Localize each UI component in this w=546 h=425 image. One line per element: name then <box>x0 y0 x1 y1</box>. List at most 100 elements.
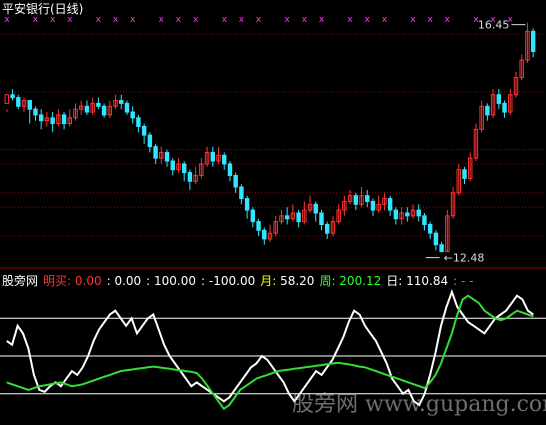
top-marker: x <box>319 15 325 25</box>
top-marker: x <box>159 15 165 25</box>
candle <box>130 106 135 124</box>
candle <box>21 97 27 113</box>
candle-body <box>439 244 444 253</box>
top-marker: x <box>50 15 56 25</box>
indicator-levels <box>0 317 546 395</box>
annotation-label: ←12.48 <box>444 252 485 265</box>
candle <box>462 166 467 185</box>
candle <box>119 94 124 110</box>
top-marker: x <box>428 15 434 25</box>
indicator-value-number: -100.00 <box>208 274 256 288</box>
candle <box>393 207 399 225</box>
candle <box>347 189 353 205</box>
candle-body <box>227 163 233 176</box>
candle <box>147 132 153 153</box>
top-marker: x <box>410 15 416 25</box>
candle <box>422 212 427 231</box>
indicator-value-sep: : <box>453 274 462 288</box>
candle <box>342 195 347 216</box>
candle-body <box>170 160 175 171</box>
candle-body <box>370 200 376 211</box>
candle-body <box>233 174 238 188</box>
candle-body <box>319 212 324 226</box>
indicator-value-number: 100.00 <box>154 274 197 288</box>
candle <box>376 195 381 213</box>
candle <box>250 207 256 228</box>
top-markers: xxxxxxxxxxxxxxxxxxxxxxxxx <box>4 15 513 25</box>
candle <box>67 109 73 127</box>
indicator-value-1: : 0.00 <box>107 274 142 288</box>
candle <box>485 103 490 121</box>
candle-body <box>353 195 359 205</box>
candle-body <box>239 186 244 200</box>
candle <box>473 123 479 162</box>
candle <box>73 103 78 121</box>
indicator-value-number: 58.20 <box>280 274 315 288</box>
candle <box>279 210 284 225</box>
candle <box>153 143 158 164</box>
indicator-value-number: - - <box>461 274 474 288</box>
candle <box>227 161 233 182</box>
candle <box>84 100 90 115</box>
watermark: 股旁网 www.gupang.com <box>292 392 546 417</box>
candle <box>313 201 318 222</box>
candle-body <box>181 163 187 174</box>
indicator-value-6: 日: 110.84 <box>386 274 448 288</box>
chart-canvas: xxxxxxxxxxxxxxxxxxxxxxxxx 16.45←12.48 <box>0 15 546 411</box>
candle <box>530 28 536 58</box>
candle-body <box>393 209 399 220</box>
candle <box>4 94 10 113</box>
candle-body <box>210 151 216 162</box>
candle-body <box>96 102 101 107</box>
indicator-values-row: 股旁网 明买: 0.00: 0.00: 100.00: -100.00 月: 58… <box>2 274 479 288</box>
candle <box>187 169 193 190</box>
candle <box>141 123 147 144</box>
candle <box>181 161 187 182</box>
candle <box>10 88 15 101</box>
candle <box>410 204 416 219</box>
candle-body <box>16 97 21 107</box>
candle <box>90 97 95 115</box>
candle <box>467 152 473 182</box>
indicator-value-7: : - - <box>453 274 473 288</box>
indicator-value-label: 月: <box>260 274 281 288</box>
indicator-value-number: 0.00 <box>74 274 102 288</box>
candle <box>101 103 107 118</box>
candle <box>479 100 484 133</box>
candle <box>302 201 307 225</box>
candle-body <box>262 229 267 240</box>
candle-body <box>33 108 38 116</box>
candle <box>262 227 267 245</box>
candle-body <box>119 100 124 104</box>
candle <box>405 207 410 222</box>
candle-body <box>496 94 502 104</box>
top-marker: x <box>4 15 10 25</box>
candle <box>319 210 324 231</box>
candle-body <box>153 146 158 159</box>
candle <box>33 106 38 121</box>
candle-body <box>422 215 427 226</box>
candle-body <box>141 125 147 136</box>
candle <box>450 187 456 219</box>
indicator-value-label: 周: <box>319 274 340 288</box>
top-marker: x <box>67 15 73 25</box>
candle <box>204 146 210 167</box>
candle <box>50 112 55 133</box>
candle-body <box>222 154 227 165</box>
candle-body <box>485 105 490 116</box>
top-marker: x <box>239 15 245 25</box>
candle <box>330 215 336 237</box>
indicator-value-2: : 100.00 <box>146 274 196 288</box>
candle <box>124 100 130 115</box>
candle <box>324 221 330 239</box>
candle <box>113 94 118 110</box>
top-marker: x <box>130 15 136 25</box>
indicator-value-number: 110.84 <box>406 274 449 288</box>
candle-body <box>38 114 44 122</box>
candle <box>296 210 301 228</box>
candle-body <box>296 212 301 223</box>
candle-body <box>4 94 10 104</box>
top-marker: x <box>382 15 388 25</box>
candle-body <box>244 198 250 211</box>
candle-body <box>313 203 318 214</box>
